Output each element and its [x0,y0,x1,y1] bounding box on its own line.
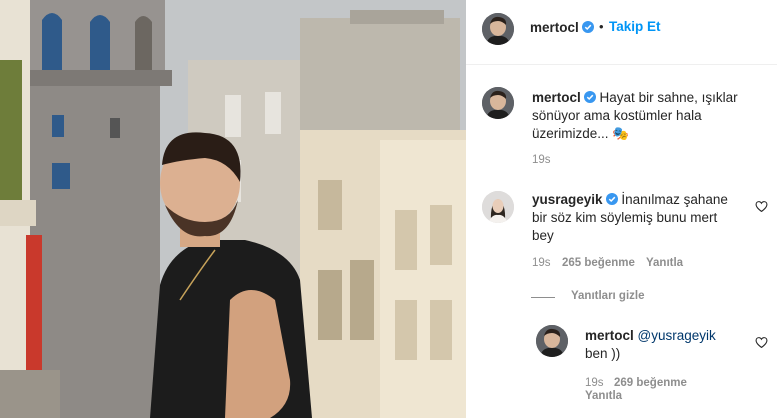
caption-block: mertocl Hayat bir sahne, ışıklar sönüyor… [532,89,754,143]
reply-text: ben )) [585,346,621,361]
reply-reply-button[interactable]: Yanıtla [585,390,622,402]
comment-block: yusrageyik İnanılmaz şahane bir söz kim … [532,191,732,245]
caption-time[interactable]: 19s [532,154,551,166]
avatar-image [482,13,514,45]
caption-username[interactable]: mertocl [532,90,581,105]
post-photo[interactable] [0,0,466,418]
commenter-avatar[interactable] [482,191,514,223]
verified-badge-icon [581,21,594,33]
reply-avatar[interactable] [536,325,568,357]
reply-likes[interactable]: 269 beğenme [614,377,687,389]
avatar-image [536,325,568,357]
header-username[interactable]: mertocl [530,20,579,35]
comments-panel: mertocl • Takip Et mertocl Hayat bir sah… [466,0,777,418]
reply-block: mertocl @yusrageyik ben )) [585,327,745,363]
header-separator: • [599,19,604,34]
reply-mention[interactable]: @yusrageyik [638,328,716,343]
post-photo-illustration [0,0,466,418]
comment-likes[interactable]: 265 beğenme [562,257,635,269]
heart-outline-icon[interactable] [755,336,768,349]
reply-time[interactable]: 19s [585,377,604,389]
caption-avatar[interactable] [482,87,514,119]
avatar-image [482,87,514,119]
avatar-image [482,191,514,223]
heart-outline-icon[interactable] [755,200,768,213]
follow-button[interactable]: Takip Et [609,19,661,34]
author-avatar[interactable] [482,13,514,45]
hide-replies-button[interactable]: Yanıtları gizle [571,290,645,302]
comment-username[interactable]: yusrageyik [532,192,603,207]
post-header: mertocl • Takip Et [466,0,777,65]
verified-badge-icon [583,91,596,103]
verified-badge-icon [605,193,618,205]
comment-time[interactable]: 19s [532,257,551,269]
reply-username[interactable]: mertocl [585,328,634,343]
comment-reply-button[interactable]: Yanıtla [646,257,683,269]
replies-divider [531,297,555,298]
